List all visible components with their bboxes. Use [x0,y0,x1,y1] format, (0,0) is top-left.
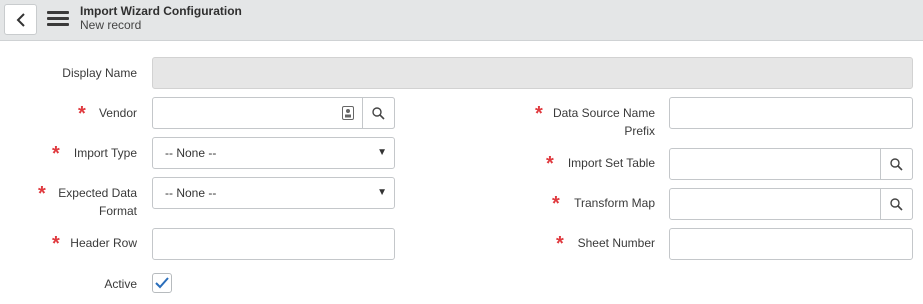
header-row-field[interactable] [152,228,395,260]
dropdown-caret-icon: ▼ [377,147,387,158]
back-button[interactable] [4,4,37,35]
search-icon [890,197,903,211]
import-type-select[interactable]: -- None -- ▼ [152,137,395,169]
transform-map-field[interactable] [669,188,913,220]
form-title: Import Wizard Configuration [80,4,242,18]
header-row-input[interactable] [153,229,394,259]
data-source-prefix-field[interactable] [669,97,913,129]
import-set-table-field[interactable] [669,148,913,180]
import-type-selected-value: -- None -- [165,146,217,160]
import-set-table-label: Import Set Table [567,156,655,170]
display-name-label: Display Name [62,66,137,80]
checkmark-icon [155,277,169,289]
header-row-label: Header Row [70,236,137,250]
import-set-table-lookup-button[interactable] [880,148,913,180]
active-label: Active [104,277,137,291]
vendor-lookup-button[interactable] [362,97,395,129]
expected-data-format-selected-value: -- None -- [165,186,217,200]
data-source-prefix-label-line2: Prefix [624,124,655,138]
form-header: Import Wizard Configuration New record [0,0,923,41]
import-set-table-input[interactable] [670,149,912,179]
chevron-left-icon [16,12,25,27]
vendor-input[interactable] [153,98,394,128]
transform-map-lookup-button[interactable] [880,188,913,220]
active-checkbox[interactable] [152,273,172,293]
display-name-input [153,58,912,88]
expected-data-format-label-line2: Format [98,204,137,218]
sheet-number-field[interactable] [669,228,913,260]
vendor-label: Vendor [98,106,137,120]
display-name-field [152,57,913,89]
sheet-number-label: Sheet Number [577,236,655,250]
sheet-number-input[interactable] [670,229,912,259]
data-source-prefix-input[interactable] [670,98,912,128]
hamburger-menu-icon[interactable] [47,11,69,28]
transform-map-label: Transform Map [574,196,655,210]
data-source-prefix-required-marker: * [535,103,543,125]
contact-card-icon[interactable] [342,106,354,120]
search-icon [372,106,385,120]
vendor-field[interactable] [152,97,395,129]
expected-data-format-label-line1: Expected Data [58,186,137,200]
data-source-prefix-label-line1: Data Source Name [552,106,655,120]
search-icon [890,157,903,171]
form-subtitle: New record [80,18,142,32]
import-type-label: Import Type [73,146,137,160]
expected-data-format-select[interactable]: -- None -- ▼ [152,177,395,209]
transform-map-input[interactable] [670,189,912,219]
dropdown-caret-icon: ▼ [377,187,387,198]
